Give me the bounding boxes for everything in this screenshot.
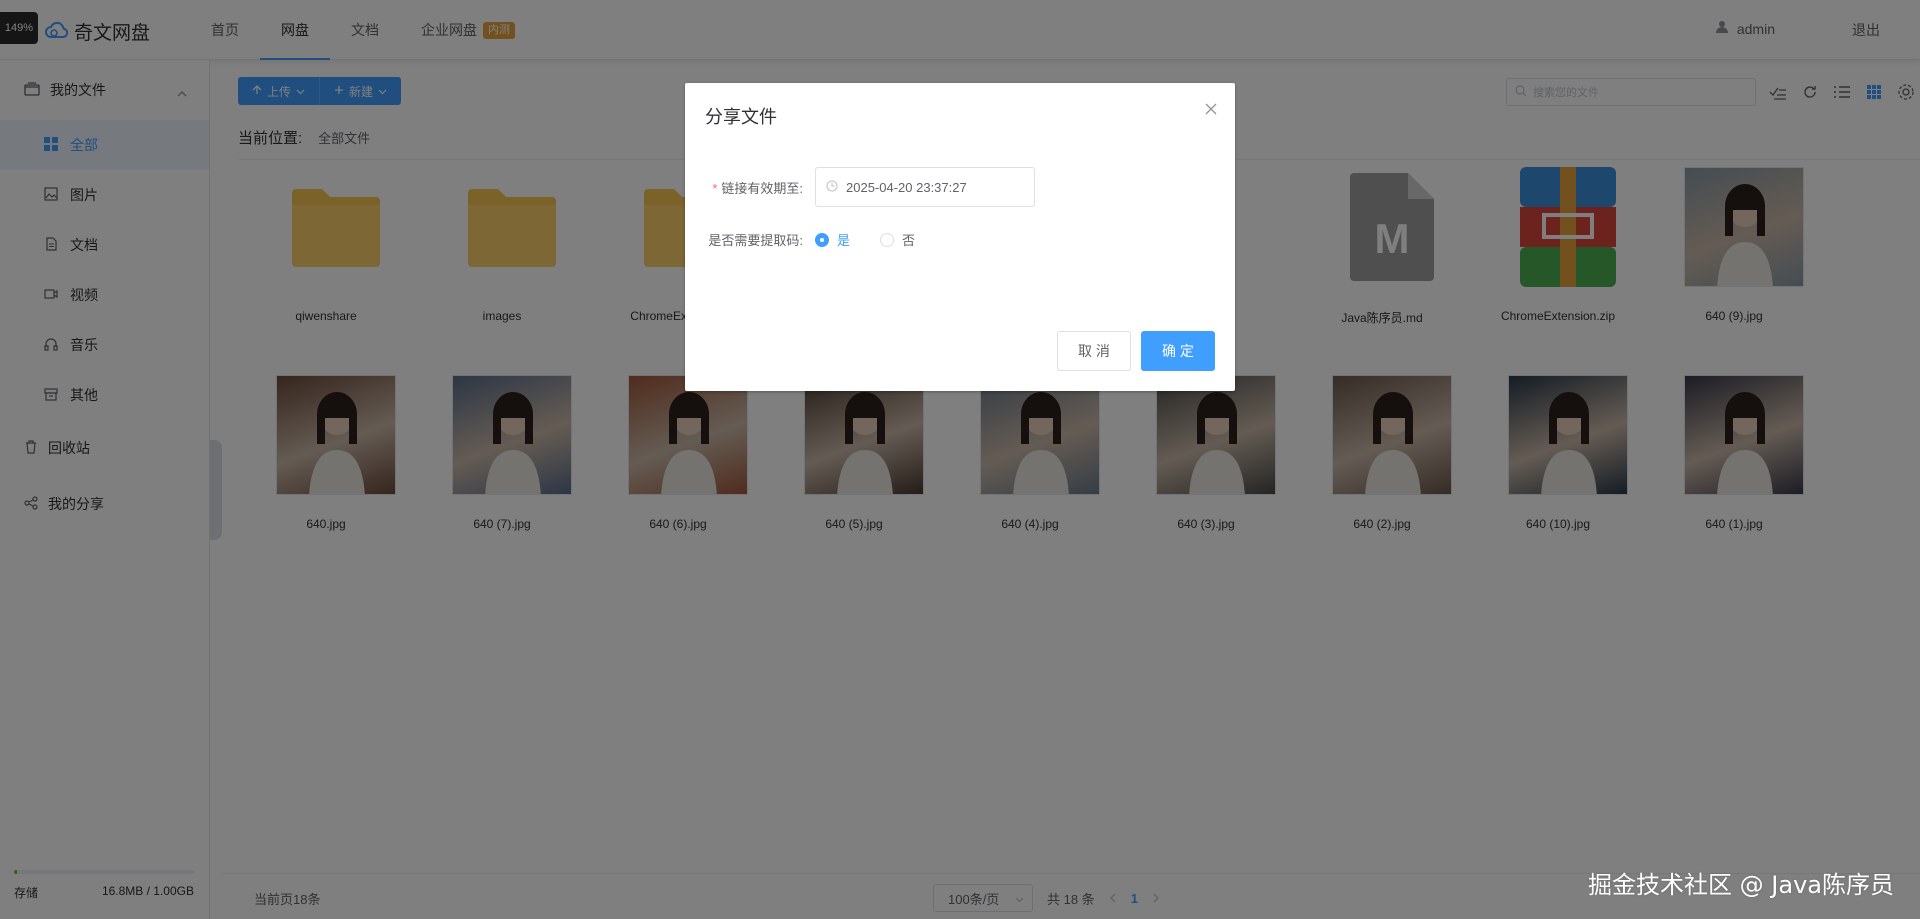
expiry-row: * 链接有效期至: 2025-04-20 23:37:27 (705, 167, 1035, 207)
dialog-title: 分享文件 (705, 107, 777, 127)
expiry-label: * 链接有效期至: (712, 180, 803, 196)
code-row: 是否需要提取码: 是 否 (705, 230, 945, 249)
cancel-button[interactable]: 取 消 (1057, 331, 1131, 371)
radio-yes[interactable]: 是 (815, 230, 850, 249)
radio-no-label: 否 (902, 233, 916, 248)
watermark: 掘金技术社区 @ Java陈序员 (1588, 871, 1894, 899)
close-icon[interactable] (1205, 103, 1217, 118)
radio-yes-label: 是 (837, 233, 851, 248)
radio-dot (880, 232, 895, 247)
expiry-date-picker[interactable]: 2025-04-20 23:37:27 (815, 167, 1035, 207)
code-label: 是否需要提取码: (708, 233, 803, 248)
clock-icon (826, 179, 838, 195)
radio-dot (815, 232, 829, 247)
share-dialog: 分享文件 * 链接有效期至: 2025-04-20 23:37:27 是否需要提取… (685, 83, 1235, 391)
expiry-value: 2025-04-20 23:37:27 (846, 179, 967, 195)
confirm-button[interactable]: 确 定 (1141, 331, 1215, 371)
radio-no[interactable]: 否 (880, 230, 915, 249)
